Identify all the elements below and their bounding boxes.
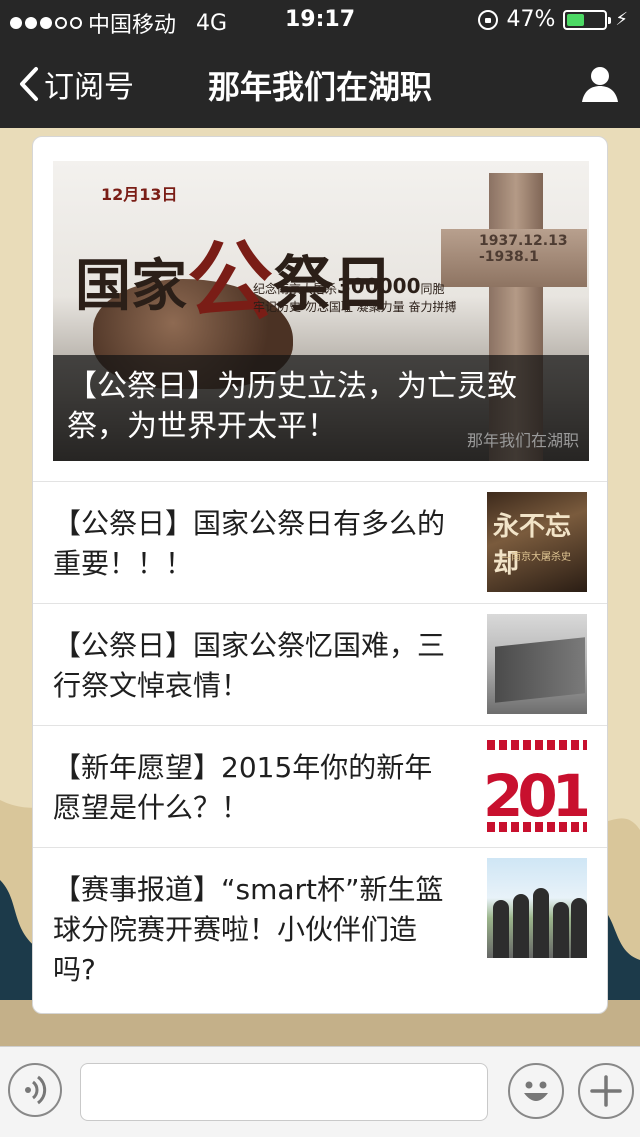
more-button[interactable]: [578, 1063, 634, 1119]
message-input[interactable]: [80, 1063, 488, 1121]
article-thumbnail: 永不忘却 —南京大屠杀史: [487, 492, 587, 592]
article-title: 【公祭日】国家公祭忆国难，三行祭文悼哀情！: [53, 629, 446, 702]
list-item[interactable]: 【新年愿望】2015年你的新年愿望是什么？！ 2015: [33, 725, 607, 848]
hero-article[interactable]: 1937.12.13 -1938.1 12月13日 国家公祭日 纪念南京大屠杀3…: [53, 161, 589, 461]
memorial-years: 1937.12.13 -1938.1: [479, 233, 568, 265]
plus-icon: [590, 1075, 622, 1107]
poster-subtitle: 纪念南京大屠杀300000同胞 牢记历史 勿忘国耻 凝聚力量 奋力拼搏: [253, 274, 457, 314]
article-title: 【公祭日】国家公祭日有多么的重要！！！: [53, 507, 446, 580]
list-item[interactable]: 【公祭日】国家公祭忆国难，三行祭文悼哀情！: [33, 603, 607, 726]
list-item[interactable]: 【赛事报道】“smart杯”新生篮球分院赛开赛啦！小伙伴们造吗?: [33, 847, 607, 1008]
rotation-lock-icon: [478, 9, 499, 30]
charging-icon: ⚡: [615, 9, 628, 30]
voice-button[interactable]: [8, 1063, 62, 1117]
battery-percent: 47%: [506, 7, 556, 32]
article-thumbnail: 2015: [487, 736, 587, 836]
article-title: 【新年愿望】2015年你的新年愿望是什么？！: [53, 751, 433, 824]
watermark: 那年我们在湖职: [466, 431, 579, 450]
article-thumbnail: [487, 614, 587, 714]
emoji-button[interactable]: [508, 1063, 564, 1119]
nav-bar: 订阅号 那年我们在湖职: [0, 40, 640, 128]
poster-date: 12月13日: [101, 185, 178, 204]
user-icon: [582, 67, 618, 102]
voice-icon: [25, 1075, 47, 1105]
article-thumbnail: [487, 858, 587, 958]
status-right: 47% ⚡: [478, 7, 628, 32]
article-title: 【赛事报道】“smart杯”新生篮球分院赛开赛啦！小伙伴们造吗?: [53, 873, 444, 986]
input-toolbar: [0, 1046, 640, 1137]
page-title: 那年我们在湖职: [207, 68, 432, 106]
battery-icon: [563, 9, 612, 30]
article-card: 1937.12.13 -1938.1 12月13日 国家公祭日 纪念南京大屠杀3…: [32, 136, 608, 1014]
status-bar: 中国移动 4G 19:17 47% ⚡: [0, 0, 640, 40]
profile-button[interactable]: [580, 64, 620, 108]
list-item[interactable]: 【公祭日】国家公祭日有多么的重要！！！ 永不忘却 —南京大屠杀史: [33, 481, 607, 604]
smiley-icon: [524, 1081, 548, 1101]
